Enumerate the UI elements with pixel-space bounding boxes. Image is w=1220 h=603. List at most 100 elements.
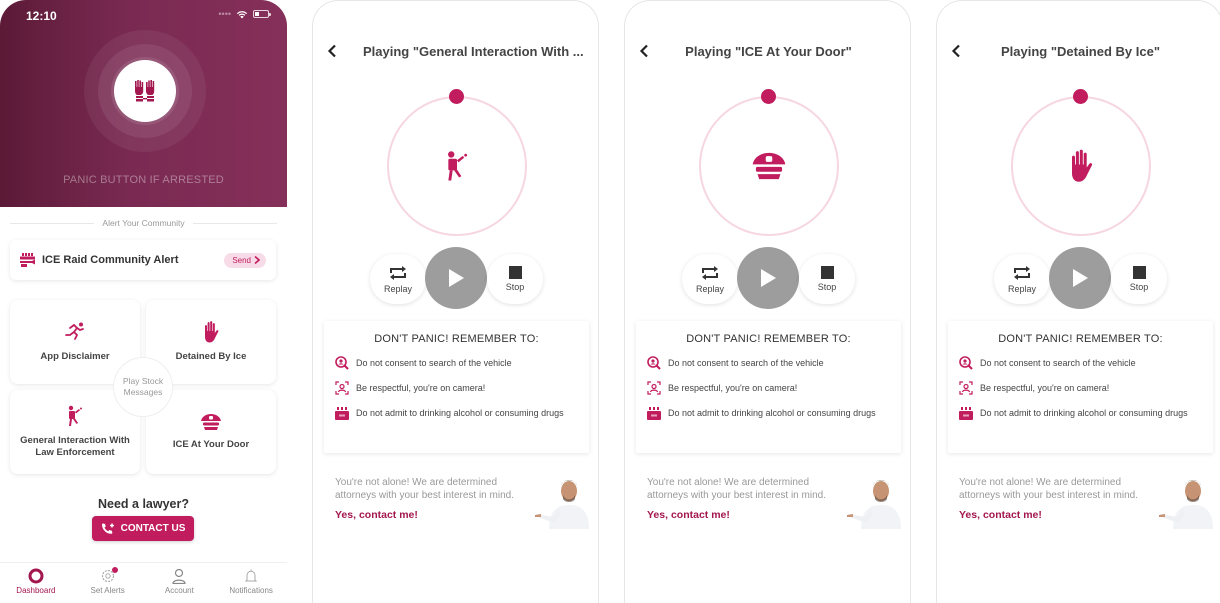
tips-title: DON'T PANIC! REMEMBER TO: (374, 333, 539, 345)
tips-title: DON'T PANIC! REMEMBER TO: (998, 333, 1163, 345)
running-person-icon (65, 322, 84, 340)
tile-label: General Interaction With Law Enforcement (20, 435, 130, 458)
stock-messages-grid: App Disclaimer Detained By Ice General I… (10, 300, 276, 475)
tip-text: Be respectful, you're on camera! (668, 383, 798, 393)
tips-card: DON'T PANIC! REMEMBER TO: Do not consent… (324, 321, 589, 453)
search-person-icon (959, 356, 973, 370)
tip-item: Be respectful, you're on camera! (959, 381, 1213, 395)
tip-text: Do not admit to drinking alcohol or cons… (668, 408, 876, 418)
search-person-icon (647, 356, 661, 370)
tip-item: Do not consent to search of the vehicle (959, 356, 1213, 370)
tip-text: Do not admit to drinking alcohol or cons… (356, 408, 564, 418)
tip-text: Do not consent to search of the vehicle (980, 358, 1136, 368)
tip-text: Be respectful, you're on camera! (980, 383, 1110, 393)
tab-notifications[interactable]: Notifications (215, 563, 287, 603)
tip-item: Do not admit to drinking alcohol or cons… (335, 406, 589, 420)
stop-button[interactable]: Stop (487, 254, 543, 304)
player-screen-detained-by-ice: Playing "Detained By Ice" Replay Stop DO… (936, 0, 1220, 603)
search-person-icon (335, 356, 349, 370)
replay-button[interactable]: Replay (994, 254, 1050, 304)
tab-set-alerts[interactable]: Set Alerts (72, 563, 144, 603)
stop-button[interactable]: Stop (1111, 254, 1167, 304)
send-label: Send (232, 255, 251, 265)
stop-button[interactable]: Stop (799, 254, 855, 304)
chevron-right-icon (254, 256, 260, 264)
tip-item: Be respectful, you're on camera! (335, 381, 589, 395)
repeat-icon (1014, 265, 1030, 280)
play-icon (1073, 269, 1088, 287)
play-button[interactable] (737, 247, 799, 309)
play-icon (761, 269, 776, 287)
megaphone-alert-icon (20, 253, 35, 267)
stop-label: Stop (1129, 282, 1149, 292)
message-icon-container (1011, 96, 1151, 236)
no-drinks-icon (647, 406, 661, 420)
no-drinks-icon (335, 406, 349, 420)
tip-text: Be respectful, you're on camera! (356, 383, 486, 393)
replay-button[interactable]: Replay (370, 254, 426, 304)
attorney-photo (535, 480, 589, 529)
play-stock-messages-badge: Play Stock Messages (113, 357, 173, 417)
divider-line (10, 222, 95, 224)
tile-label: App Disclaimer (40, 351, 110, 362)
tips-card: DON'T PANIC! REMEMBER TO: Do not consent… (948, 321, 1213, 453)
repeat-icon (702, 265, 718, 280)
player-header: Playing "ICE At Your Door" (625, 41, 910, 63)
tip-text: Do not consent to search of the vehicle (668, 358, 824, 368)
tip-text: Do not consent to search of the vehicle (356, 358, 512, 368)
tab-label: Dashboard (16, 586, 56, 595)
message-icon-container (387, 96, 527, 236)
panic-hero: 12:10 •••• PANIC BUTTON IF ARRESTED (0, 0, 287, 207)
panic-button[interactable] (114, 60, 176, 122)
chevron-left-icon (639, 44, 648, 58)
tile-label: ICE At Your Door (172, 439, 250, 450)
attorney-promo-text: You're not alone! We are determined atto… (647, 477, 826, 501)
alert-badge-dot (111, 567, 118, 573)
alert-card-label: ICE Raid Community Alert (42, 254, 179, 266)
back-button[interactable] (951, 41, 967, 61)
contact-me-link[interactable]: Yes, contact me! (647, 509, 730, 521)
camera-face-icon (647, 381, 661, 395)
tip-item: Do not admit to drinking alcohol or cons… (647, 406, 901, 420)
player-header: Playing "General Interaction With ... (313, 41, 598, 63)
attorney-promo-text: You're not alone! We are determined atto… (959, 477, 1138, 501)
contact-us-label: CONTACT US (120, 523, 186, 534)
replay-button[interactable]: Replay (682, 254, 738, 304)
play-button[interactable] (1049, 247, 1111, 309)
tile-label: Detained By Ice (175, 351, 247, 362)
stop-hand-icon (1072, 149, 1093, 182)
repeat-icon (390, 265, 406, 280)
handcuffed-hands-icon (135, 80, 155, 102)
player-title: Playing "Detained By Ice" (1001, 44, 1160, 59)
contact-us-button[interactable]: CONTACT US (92, 516, 194, 541)
back-button[interactable] (639, 41, 655, 61)
phone-add-icon (101, 522, 114, 534)
contact-me-link[interactable]: Yes, contact me! (335, 509, 418, 521)
battery-icon (253, 10, 271, 18)
player-screen-general-interaction: Playing "General Interaction With ... Re… (312, 0, 599, 603)
stop-label: Stop (505, 282, 525, 292)
tab-label: Notifications (229, 586, 273, 595)
replay-label: Replay (695, 283, 724, 294)
player-title: Playing "ICE At Your Door" (685, 44, 852, 59)
tab-dashboard[interactable]: Dashboard (0, 563, 72, 603)
panic-label: PANIC BUTTON IF ARRESTED (63, 174, 224, 186)
tips-title: DON'T PANIC! REMEMBER TO: (686, 333, 851, 345)
bottom-tab-bar: Dashboard Set Alerts Account Notificatio… (0, 562, 287, 603)
contact-me-link[interactable]: Yes, contact me! (959, 509, 1042, 521)
walking-person-icon (68, 405, 82, 426)
police-cap-icon (752, 152, 786, 180)
alert-section-label: Alert Your Community (102, 218, 185, 228)
send-button[interactable]: Send (224, 252, 266, 268)
chevron-left-icon (327, 44, 336, 58)
stop-icon (820, 266, 834, 279)
attorney-photo (1159, 480, 1213, 529)
tips-card: DON'T PANIC! REMEMBER TO: Do not consent… (636, 321, 901, 453)
stop-icon (508, 266, 522, 279)
ice-raid-alert-card[interactable]: ICE Raid Community Alert Send (10, 240, 276, 280)
tab-account[interactable]: Account (144, 563, 216, 603)
play-icon (449, 269, 464, 287)
play-button[interactable] (425, 247, 487, 309)
back-button[interactable] (327, 41, 343, 61)
status-icons: •••• (218, 9, 271, 19)
